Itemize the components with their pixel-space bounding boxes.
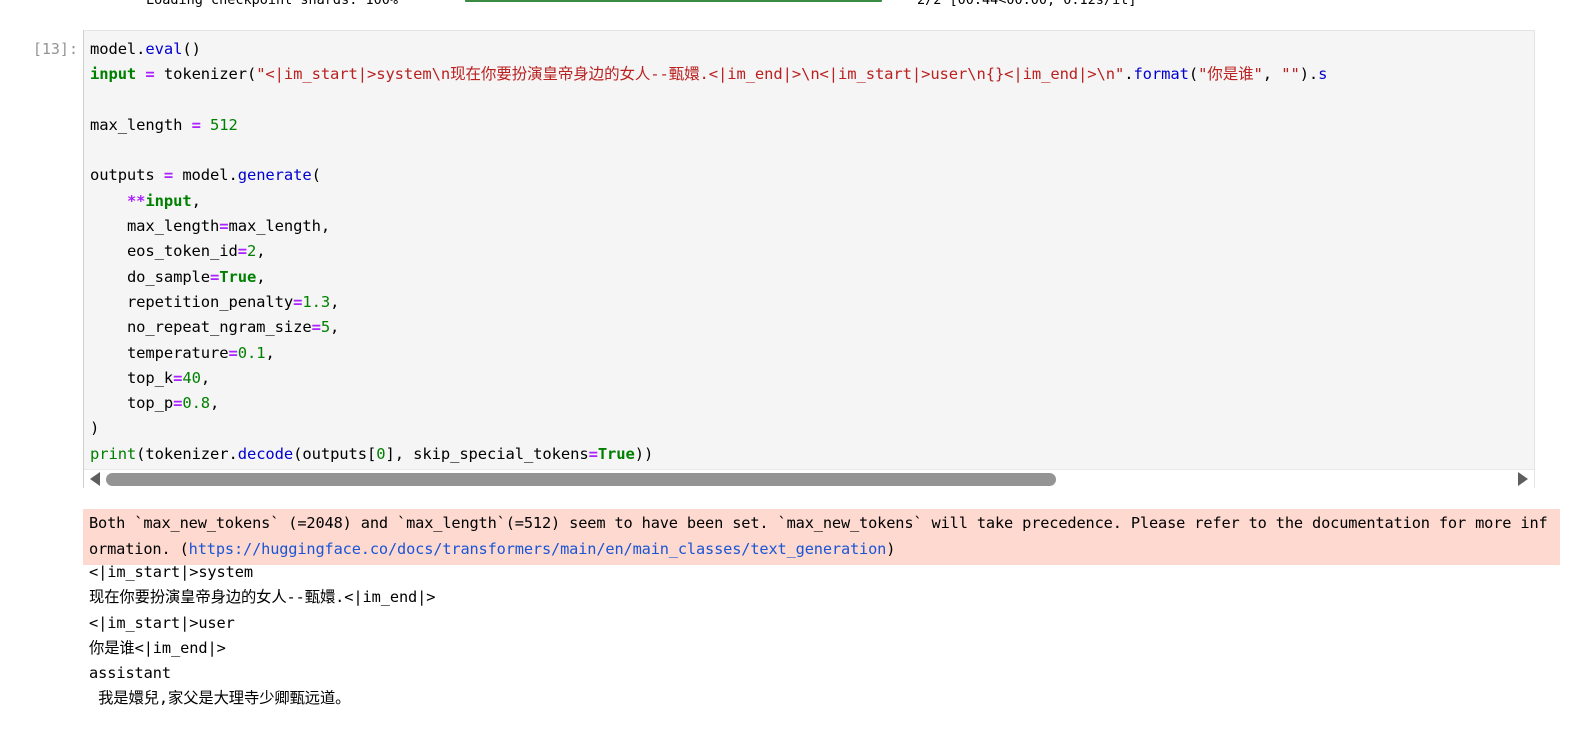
progress-label: Loading checkpoint shards: 100% — [146, 0, 398, 8]
warning-text-after-link: ) — [886, 539, 896, 558]
warning-doc-link[interactable]: https://huggingface.co/docs/transformers… — [189, 540, 887, 558]
code-editor[interactable]: model.eval() input = tokenizer("<|im_sta… — [83, 30, 1535, 489]
warning-output: Both `max_new_tokens` (=2048) and `max_l… — [83, 509, 1560, 565]
scrollbar-track[interactable] — [106, 470, 1512, 489]
horizontal-scrollbar[interactable] — [84, 469, 1534, 489]
stdout-line: assistant — [89, 664, 171, 683]
warning-text: Both `max_new_tokens` (=2048) and `max_l… — [89, 511, 1556, 562]
scrollbar-thumb[interactable] — [106, 472, 1056, 486]
stdout-line: 我是嬛兒,家父是大理寺少卿甄远道。 — [89, 689, 351, 708]
stdout-line: 你是谁<|im_end|> — [89, 638, 226, 657]
stdout-line: <|im_start|>user — [89, 613, 235, 632]
code-scroll-viewport: model.eval() input = tokenizer("<|im_sta… — [84, 31, 1534, 469]
checkpoint-loading-progress-row: Loading checkpoint shards: 100% 2/2 [00:… — [0, 0, 1583, 8]
stdout-output: <|im_start|>system 现在你要扮演皇帝身边的女人--甄嬛.<|i… — [89, 560, 1559, 712]
scroll-right-arrow-icon[interactable] — [1512, 470, 1534, 489]
scroll-left-arrow-icon[interactable] — [84, 470, 106, 489]
code-source[interactable]: model.eval() input = tokenizer("<|im_sta… — [90, 37, 1534, 467]
stdout-line: <|im_start|>system — [89, 563, 253, 581]
stdout-line: 现在你要扮演皇帝身边的女人--甄嬛.<|im_end|> — [89, 588, 436, 607]
progress-stats: 2/2 [00:44<00:00, 0.12s/it] — [917, 0, 1137, 8]
progress-bar — [465, 0, 882, 2]
cell-prompt-number: [13]: — [32, 40, 78, 58]
jupyter-notebook: Loading checkpoint shards: 100% 2/2 [00:… — [0, 0, 1583, 729]
